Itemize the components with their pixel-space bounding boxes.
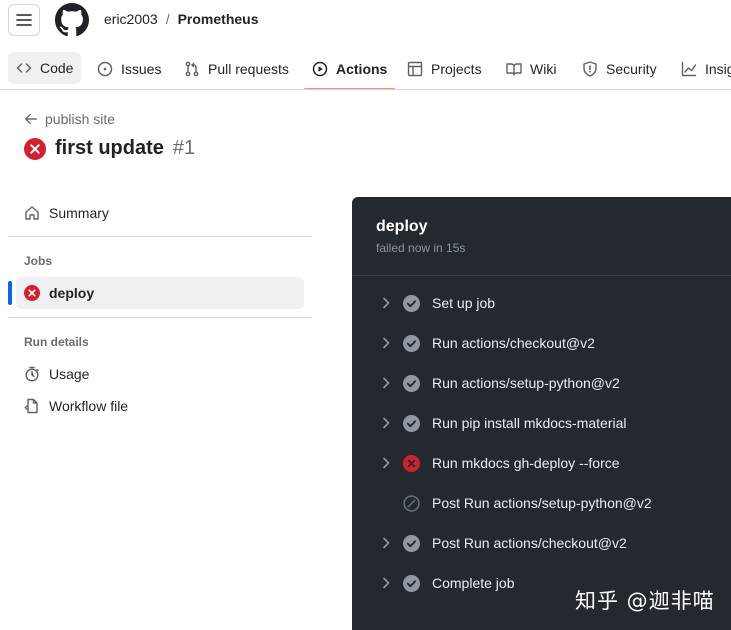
- check-circle-fill-icon: [403, 295, 420, 312]
- job-status: failed now in 15s: [376, 241, 466, 255]
- tab-pull-requests-label: Pull requests: [208, 60, 289, 77]
- check-circle-fill-icon: [403, 535, 420, 552]
- job-step[interactable]: Run actions/setup-python@v2: [352, 363, 731, 403]
- page-title: first update #1: [24, 137, 195, 160]
- breadcrumb-separator: /: [165, 11, 170, 27]
- x-circle-fill-icon: [24, 137, 46, 160]
- run-title: first update: [55, 137, 164, 159]
- job-step-label: Run pip install mkdocs-material: [432, 415, 627, 431]
- back-label: publish site: [45, 111, 116, 127]
- job-step[interactable]: Post Run actions/checkout@v2: [352, 523, 731, 563]
- tab-issues[interactable]: Issues: [89, 48, 169, 89]
- tab-issues-label: Issues: [121, 60, 162, 77]
- job-title: deploy: [376, 218, 428, 235]
- home-icon: [25, 206, 39, 220]
- check-circle-fill-icon: [403, 415, 420, 432]
- stopwatch-icon: [25, 366, 39, 382]
- sidebar-item-workflow-file[interactable]: Workflow file: [16, 390, 304, 422]
- job-step-label: Run actions/setup-python@v2: [432, 375, 620, 391]
- sidebar-divider: [8, 236, 312, 237]
- job-step-label: Run mkdocs gh-deploy --force: [432, 455, 620, 471]
- check-circle-fill-icon: [403, 335, 420, 352]
- tab-projects-label: Projects: [431, 60, 482, 77]
- book-icon: [506, 62, 522, 76]
- shield-icon: [583, 60, 597, 77]
- job-step[interactable]: Set up job: [352, 283, 731, 323]
- chevron-right-icon[interactable]: [378, 335, 394, 351]
- code-icon: [16, 63, 32, 73]
- watermark: 知乎 @迦非喵: [575, 589, 715, 613]
- repo-tabs: Code Issues Pull requests Actions Projec…: [0, 48, 731, 90]
- chevron-right-icon[interactable]: [378, 455, 394, 471]
- job-step[interactable]: Post Run actions/setup-python@v2: [352, 483, 731, 523]
- job-step[interactable]: Run pip install mkdocs-material: [352, 403, 731, 443]
- file-code-icon: [24, 398, 38, 414]
- graph-icon: [681, 61, 697, 76]
- job-step[interactable]: Run mkdocs gh-deploy --force: [352, 443, 731, 483]
- skip-icon: [403, 495, 420, 512]
- job-step-label: Run actions/checkout@v2: [432, 335, 595, 351]
- table-icon: [407, 61, 423, 76]
- sidebar-item-deploy[interactable]: deploy: [16, 277, 304, 309]
- job-step-label: Post Run actions/setup-python@v2: [432, 495, 652, 511]
- tab-actions[interactable]: Actions: [304, 48, 396, 89]
- sidebar-item-label: deploy: [49, 285, 95, 301]
- top-bar: eric2003 / Prometheus: [0, 0, 731, 40]
- back-to-workflow-link[interactable]: publish site: [24, 111, 115, 127]
- sidebar-jobs-heading: Jobs: [24, 254, 53, 268]
- arrow-left-icon: [25, 113, 37, 125]
- job-panel-header: deploy failed now in 15s: [352, 197, 731, 276]
- tab-security[interactable]: Security: [574, 48, 665, 89]
- tab-wiki-label: Wiki: [530, 60, 557, 77]
- check-circle-fill-icon: [403, 375, 420, 392]
- chevron-right-icon[interactable]: [378, 415, 394, 431]
- sidebar-item-usage[interactable]: Usage: [16, 358, 304, 390]
- x-circle-fill-icon: [403, 455, 420, 472]
- chevron-right-icon[interactable]: [378, 375, 394, 391]
- sidebar-item-label: Summary: [49, 205, 109, 221]
- chevron-right-icon[interactable]: [378, 575, 394, 591]
- sidebar-item-label: Usage: [49, 366, 90, 382]
- sidebar-run-details-heading: Run details: [24, 335, 89, 349]
- job-step-label: Post Run actions/checkout@v2: [432, 535, 627, 551]
- active-indicator: [8, 281, 12, 305]
- tab-wiki[interactable]: Wiki: [498, 48, 564, 89]
- job-step-label: Complete job: [432, 575, 515, 591]
- repo-owner-link[interactable]: eric2003: [104, 11, 158, 27]
- repo-name-link[interactable]: Prometheus: [178, 11, 259, 27]
- job-step-label: Set up job: [432, 295, 496, 311]
- chevron-right-icon[interactable]: [378, 535, 394, 551]
- check-circle-fill-icon: [403, 575, 420, 592]
- sidebar-divider: [8, 317, 312, 318]
- tab-actions-label: Actions: [336, 60, 388, 77]
- git-pull-request-icon: [185, 61, 199, 76]
- tab-code-label: Code: [40, 60, 74, 76]
- x-circle-fill-icon: [24, 285, 40, 301]
- tab-pull-requests[interactable]: Pull requests: [176, 48, 297, 89]
- github-logo-icon[interactable]: [55, 3, 89, 37]
- tab-projects[interactable]: Projects: [399, 48, 490, 89]
- menu-button[interactable]: [8, 4, 40, 36]
- tab-insights-label: Insig: [705, 60, 731, 77]
- chevron-right-icon[interactable]: [378, 295, 394, 311]
- sidebar-item-label: Workflow file: [49, 398, 129, 414]
- hamburger-icon: [16, 14, 32, 26]
- run-number: #1: [172, 137, 196, 159]
- job-step[interactable]: Run actions/checkout@v2: [352, 323, 731, 363]
- job-log-panel: deploy failed now in 15s Set up job Run a…: [352, 197, 731, 630]
- play-icon: [312, 61, 328, 76]
- tab-insights[interactable]: Insig: [673, 48, 731, 89]
- sidebar-item-summary[interactable]: Summary: [16, 197, 304, 229]
- tab-code[interactable]: Code: [8, 52, 82, 84]
- breadcrumb: eric2003 / Prometheus: [104, 11, 259, 27]
- tab-security-label: Security: [606, 60, 657, 77]
- issue-opened-icon: [97, 61, 113, 76]
